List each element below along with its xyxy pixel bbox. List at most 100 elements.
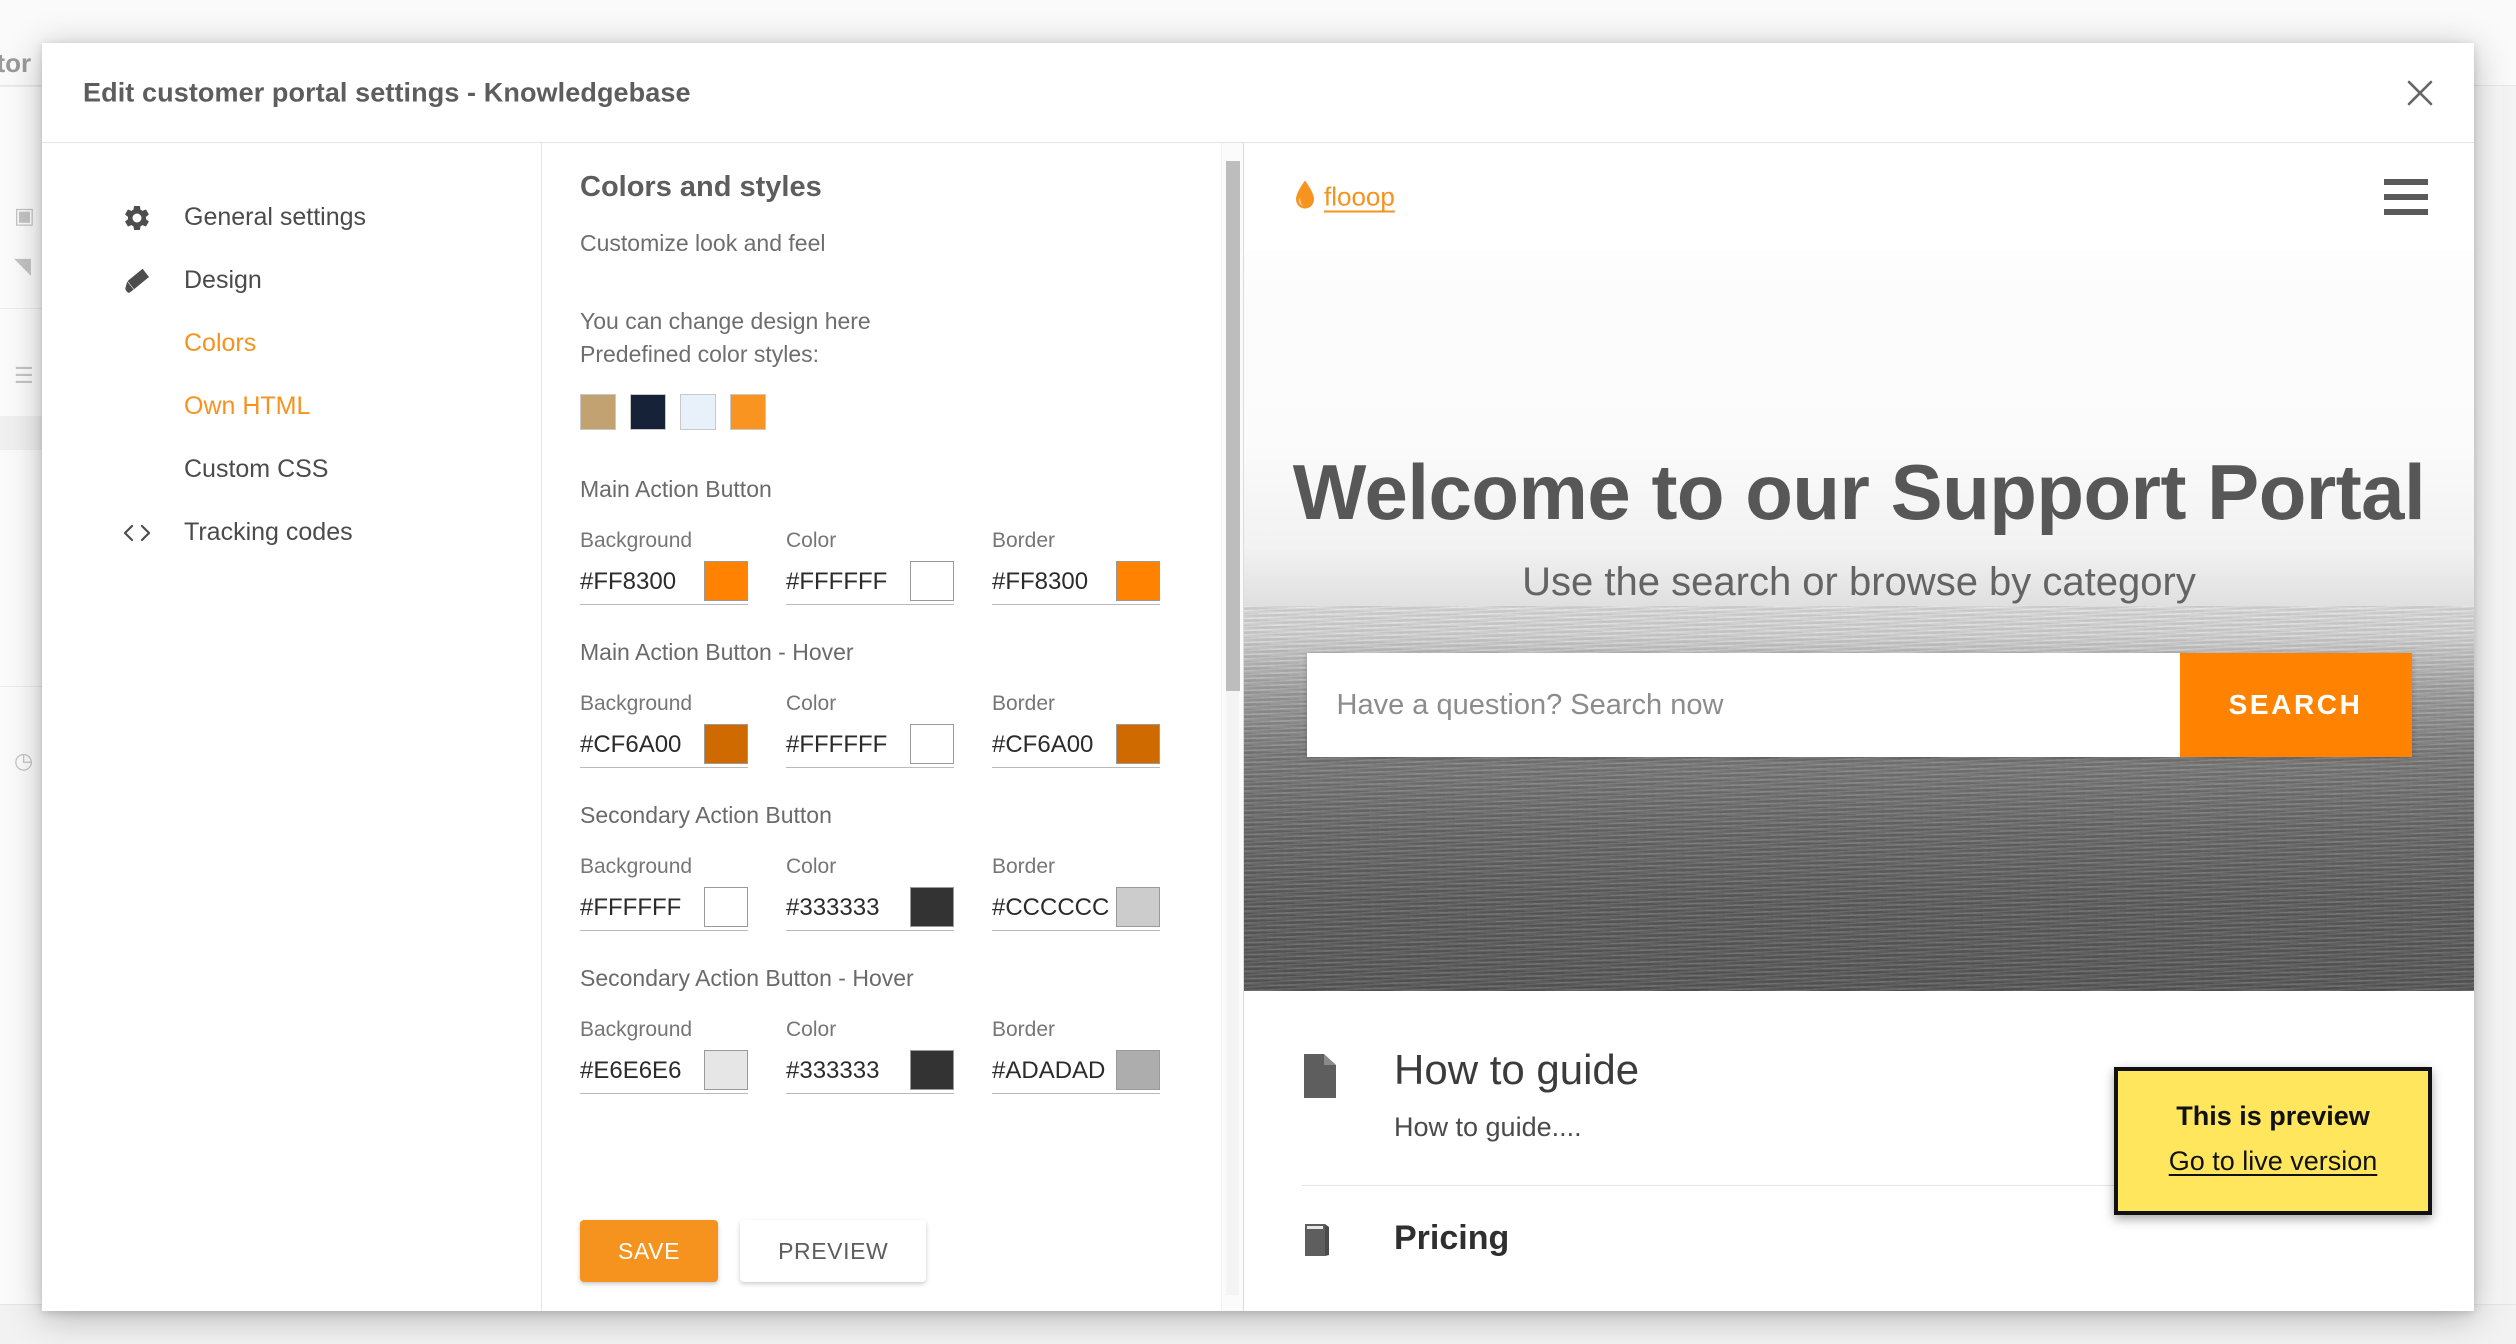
save-button[interactable]: SAVE	[580, 1220, 719, 1282]
color-swatch[interactable]	[910, 723, 954, 764]
field-row: Background Color	[580, 692, 1221, 768]
color-hex-input[interactable]	[580, 1049, 704, 1093]
field-row: Background Color	[580, 1018, 1221, 1094]
color-swatch[interactable]	[704, 560, 748, 601]
predefined-swatch-row	[580, 393, 1221, 430]
modal-body: General settings Design Colors Own HTML …	[42, 143, 2474, 1311]
panel-subtitle: Customize look and feel	[580, 230, 826, 256]
group-title: Main Action Button	[580, 475, 772, 502]
list-item[interactable]: Pricing	[1244, 1220, 2474, 1290]
sidebar-item-colors[interactable]: Colors	[42, 312, 541, 375]
color-swatch[interactable]	[1116, 723, 1160, 764]
color-group: Main Action Button - Hover Background Co…	[580, 639, 1221, 768]
color-swatch[interactable]	[910, 1049, 954, 1090]
field-label: Background	[580, 528, 693, 552]
color-swatch[interactable]	[1116, 886, 1160, 927]
sidebar-item-label: Own HTML	[184, 392, 311, 420]
color-hex-input[interactable]	[786, 723, 910, 767]
color-hex-input[interactable]	[580, 886, 704, 930]
background-scrollbar[interactable]	[2502, 86, 2516, 1304]
color-hex-input[interactable]	[580, 723, 704, 767]
color-swatch[interactable]	[910, 560, 954, 601]
field-label: Color	[786, 528, 837, 552]
box-icon: ▣	[14, 203, 35, 228]
hamburger-menu-icon[interactable]	[2384, 179, 2428, 215]
color-hex-input[interactable]	[580, 560, 704, 604]
color-field-color: Color	[786, 692, 954, 768]
portal-preview: flooop Welcome to our Support Portal Use…	[1244, 143, 2474, 1311]
color-hex-input[interactable]	[992, 560, 1116, 604]
brand-logo-text: flooop	[1324, 181, 1395, 212]
color-swatch[interactable]	[704, 1049, 748, 1090]
field-label: Color	[786, 854, 837, 878]
color-group: Secondary Action Button - Hover Backgrou…	[580, 965, 1221, 1094]
settings-nav: General settings Design Colors Own HTML …	[42, 143, 542, 1311]
color-swatch[interactable]	[1116, 1049, 1160, 1090]
color-field-background: Background	[580, 855, 748, 931]
settings-modal: Edit customer portal settings - Knowledg…	[42, 43, 2474, 1311]
sidebar-item-label: Tracking codes	[184, 518, 353, 546]
hero-subtitle: Use the search or browse by category	[1522, 560, 2196, 604]
search-button[interactable]: SEARCH	[2179, 653, 2412, 757]
color-field-background: Background	[580, 1018, 748, 1094]
scrollbar-thumb[interactable]	[1226, 161, 1240, 691]
book-icon	[1302, 1222, 1332, 1263]
design-note-line1: You can change design here	[580, 308, 871, 334]
close-icon[interactable]	[2394, 67, 2446, 119]
predefined-swatch[interactable]	[680, 393, 716, 430]
field-label: Background	[580, 691, 693, 715]
color-field-color: Color	[786, 855, 954, 931]
sidebar-item-own-html[interactable]: Own HTML	[42, 375, 541, 438]
field-row: Background Color	[580, 529, 1221, 605]
predefined-swatch[interactable]	[730, 393, 766, 430]
settings-scroll-area: Colors and styles Customize look and fee…	[542, 143, 1221, 1191]
sidebar-item-custom-css[interactable]: Custom CSS	[42, 438, 541, 501]
sidebar-item-general-settings[interactable]: General settings	[42, 186, 541, 249]
list-icon: ☰	[14, 363, 34, 388]
color-hex-input[interactable]	[992, 723, 1116, 767]
color-swatch[interactable]	[704, 723, 748, 764]
color-swatch[interactable]	[910, 886, 954, 927]
color-swatch[interactable]	[1116, 560, 1160, 601]
color-field-background: Background	[580, 692, 748, 768]
field-label: Color	[786, 691, 837, 715]
color-group: Secondary Action Button Background Color	[580, 802, 1221, 931]
color-hex-input[interactable]	[992, 1049, 1116, 1093]
hero-title: Welcome to our Support Portal	[1292, 448, 2426, 536]
color-hex-input[interactable]	[992, 886, 1116, 930]
panel-title: Colors and styles	[580, 171, 822, 203]
go-to-live-version-link[interactable]: Go to live version	[2128, 1146, 2418, 1177]
design-note-line2: Predefined color styles:	[580, 341, 820, 368]
sidebar-item-label: Colors	[184, 329, 257, 357]
predefined-swatch[interactable]	[630, 393, 666, 430]
predefined-swatch[interactable]	[580, 393, 616, 430]
sidebar-item-design[interactable]: Design	[42, 249, 541, 312]
field-label: Border	[992, 691, 1056, 715]
color-field-border: Border	[992, 1018, 1160, 1094]
background-topbar-text: stor	[0, 48, 32, 78]
sidebar-item-label: General settings	[184, 203, 367, 231]
settings-panel: Colors and styles Customize look and fee…	[542, 143, 1244, 1311]
color-hex-input[interactable]	[786, 560, 910, 604]
sidebar-item-label: Design	[184, 266, 262, 294]
field-label: Background	[580, 1017, 693, 1041]
field-row: Background Color	[580, 855, 1221, 931]
page-title: Edit customer portal settings - Knowledg…	[83, 77, 691, 107]
paint-roller-icon	[120, 264, 154, 298]
preview-hero: Welcome to our Support Portal Use the se…	[1244, 251, 2474, 991]
search-input[interactable]	[1306, 653, 2180, 757]
group-title: Secondary Action Button	[580, 801, 832, 828]
settings-scrollbar[interactable]	[1221, 143, 1243, 1311]
preview-badge-title: This is preview	[2176, 1101, 2370, 1131]
design-note: You can change design here Predefined co…	[580, 305, 1221, 372]
preview-button[interactable]: PREVIEW	[740, 1220, 927, 1282]
color-field-border: Border	[992, 692, 1160, 768]
color-hex-input[interactable]	[786, 886, 910, 930]
sidebar-item-tracking-codes[interactable]: Tracking codes	[42, 501, 541, 564]
color-hex-input[interactable]	[786, 1049, 910, 1093]
brand-logo[interactable]: flooop	[1294, 180, 1395, 215]
modal-header: Edit customer portal settings - Knowledg…	[42, 43, 2474, 143]
color-swatch[interactable]	[704, 886, 748, 927]
group-title: Secondary Action Button - Hover	[580, 964, 914, 991]
preview-mode-badge: This is preview Go to live version	[2114, 1067, 2432, 1215]
